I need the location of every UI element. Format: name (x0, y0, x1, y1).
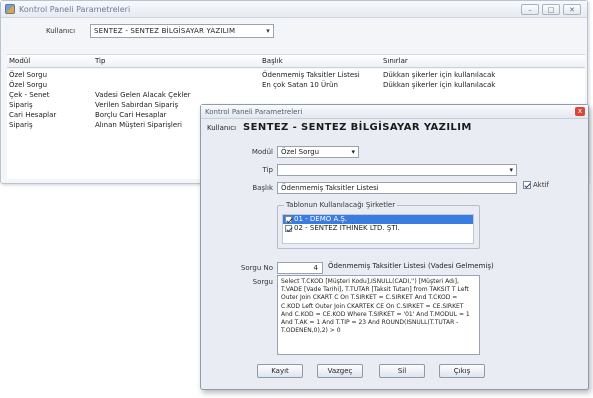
sorgu-no-input[interactable]: 4 (277, 262, 323, 274)
companies-group-title: Tablonun Kullanılacağı Şirketler (284, 201, 398, 209)
main-title-bar: Kontrol Paneli Parametreleri (1, 1, 587, 18)
kullanici-row: Kullanıcı SENTEZ - SENTEZ BİLGİSAYAR YAZ… (1, 23, 301, 39)
maximize-button[interactable]: □ (542, 4, 560, 15)
sorgu-description: Ödenmemiş Taksitler Listesi (Vadesi Gelm… (328, 262, 494, 270)
kayit-button[interactable]: Kayıt (257, 364, 303, 378)
modul-select[interactable]: Özel Sorgu ▾ (277, 146, 359, 158)
chevron-down-icon: ▾ (509, 166, 513, 174)
vazgec-button[interactable]: Vazgeç (317, 364, 363, 378)
col-header-sinirlar[interactable]: Sınırlar (383, 55, 533, 67)
dialog-title: Kontrol Paneli Parametreleri (205, 107, 303, 116)
table-row[interactable]: Çek - Senet Vadesi Gelen Alacak Çekler (7, 89, 585, 99)
list-item[interactable]: 01 - DEMO A.Ş. (283, 215, 473, 224)
chevron-down-icon: ▾ (351, 148, 355, 156)
sorgu-no-label: Sorgu No (240, 264, 273, 272)
kullanici-select[interactable]: SENTEZ - SENTEZ BİLGİSAYAR YAZILIM ▾ (90, 24, 274, 38)
aktif-checkbox[interactable]: Aktif (523, 181, 549, 189)
col-header-baslik[interactable]: Başlık (262, 55, 382, 67)
window-controls: – □ ✕ (521, 4, 581, 15)
sorgu-label: Sorgu (252, 278, 273, 286)
company-label: 02 - SENTEZ İTHİNEK LTD. ŞTİ. (294, 224, 400, 232)
modul-label: Modül (251, 148, 273, 156)
parameters-dialog: Kontrol Paneli Parametreleri x Kullanıcı… (200, 104, 589, 390)
dialog-title-bar: Kontrol Paneli Parametreleri (201, 105, 588, 119)
aktif-check-icon (523, 181, 531, 189)
company-check-icon[interactable] (285, 216, 292, 223)
sil-button[interactable]: Sil (379, 364, 425, 378)
dialog-kullanici-label: Kullanıcı (207, 124, 237, 132)
cell-tip: Alınan Müşteri Siparişleri (95, 121, 182, 129)
kullanici-label: Kullanıcı (46, 27, 76, 35)
table-row[interactable]: Özel Sorgu En çok Satan 10 Ürün Dükkan ş… (7, 79, 585, 89)
baslik-input[interactable]: Ödenmemiş Taksitler Listesi (277, 182, 517, 194)
baslik-input-value: Ödenmemiş Taksitler Listesi (281, 184, 379, 192)
sorgu-no-value: 4 (313, 264, 318, 272)
tip-label: Tip (262, 166, 273, 174)
kullanici-select-value: SENTEZ - SENTEZ BİLGİSAYAR YAZILIM (94, 27, 236, 35)
company-label: 01 - DEMO A.Ş. (294, 215, 348, 223)
col-header-modul[interactable]: Modül (9, 55, 79, 67)
cikis-button[interactable]: Çıkış (439, 364, 485, 378)
close-button[interactable]: ✕ (563, 4, 581, 15)
grid-header: Modül Tip Başlık Sınırlar (7, 54, 585, 68)
baslik-label: Başlık (252, 184, 273, 192)
list-item[interactable]: 02 - SENTEZ İTHİNEK LTD. ŞTİ. (283, 224, 473, 233)
aktif-label: Aktif (533, 181, 549, 189)
col-header-tip[interactable]: Tip (95, 55, 213, 67)
table-row[interactable]: Özel Sorgu Ödenmemiş Taksitler Listesi D… (7, 69, 585, 79)
dialog-kullanici-value: SENTEZ - SENTEZ BİLGİSAYAR YAZILIM (243, 122, 472, 133)
chevron-down-icon: ▾ (266, 27, 270, 35)
dialog-close-button[interactable]: x (575, 107, 585, 116)
companies-list: 01 - DEMO A.Ş. 02 - SENTEZ İTHİNEK LTD. … (282, 214, 474, 244)
app-icon (5, 4, 15, 14)
tip-select[interactable]: ▾ (277, 164, 517, 176)
company-check-icon[interactable] (285, 225, 292, 232)
cell-modul: Sipariş (9, 121, 33, 129)
sql-query-textarea[interactable]: Select T.CKOD [Müşteri Kodu],ISNULL(CADI… (277, 275, 480, 355)
companies-groupbox: Tablonun Kullanılacağı Şirketler 01 - DE… (277, 201, 480, 249)
minimize-button[interactable]: – (521, 4, 539, 15)
main-window-title: Kontrol Paneli Parametreleri (19, 4, 131, 14)
modul-select-value: Özel Sorgu (281, 148, 320, 156)
